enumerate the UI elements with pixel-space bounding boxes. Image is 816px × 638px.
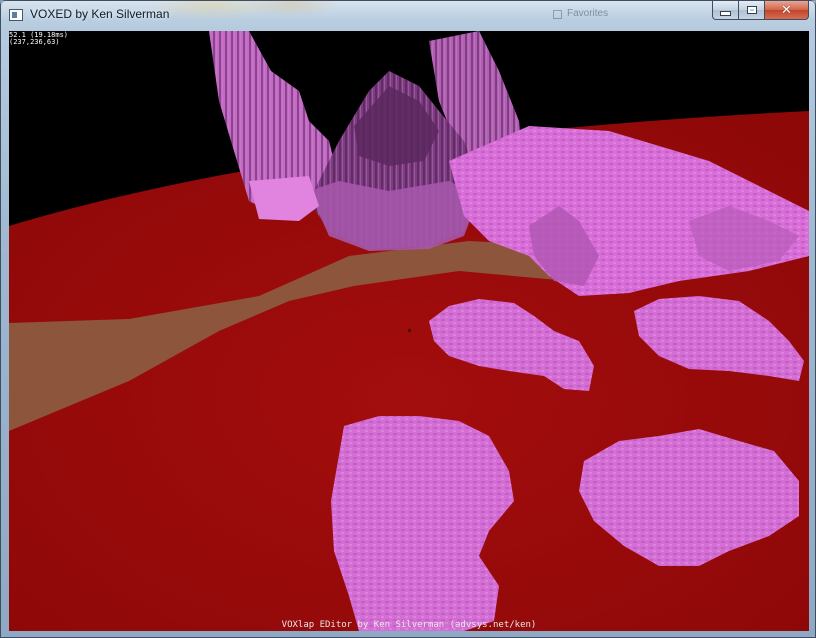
- application-window: VOXED by Ken Silverman Favorites ✕ 52.1 …: [0, 0, 816, 638]
- voxel-island-3: [331, 416, 514, 631]
- background-window-label: Favorites: [567, 8, 609, 19]
- minimize-icon: [720, 10, 731, 16]
- voxel-viewport[interactable]: 52.1 (19.18ms) (237,236,63) VOXlap EDito…: [9, 31, 809, 631]
- minimize-button[interactable]: [712, 1, 739, 20]
- title-bar[interactable]: VOXED by Ken Silverman Favorites ✕: [1, 1, 815, 31]
- close-button[interactable]: ✕: [765, 1, 809, 20]
- window-app-icon[interactable]: [9, 9, 23, 21]
- close-icon: ✕: [781, 2, 792, 18]
- crosshair-icon: [408, 329, 411, 332]
- caption-buttons: ✕: [712, 1, 809, 21]
- window-title: VOXED by Ken Silverman: [30, 7, 170, 21]
- maximize-button[interactable]: [739, 1, 765, 20]
- background-window-icon: [553, 10, 562, 19]
- maximize-icon: [746, 6, 757, 14]
- position-readout: (237,236,63): [9, 38, 60, 46]
- editor-credit: VOXlap EDitor by Ken Silverman (advsys.n…: [281, 620, 537, 630]
